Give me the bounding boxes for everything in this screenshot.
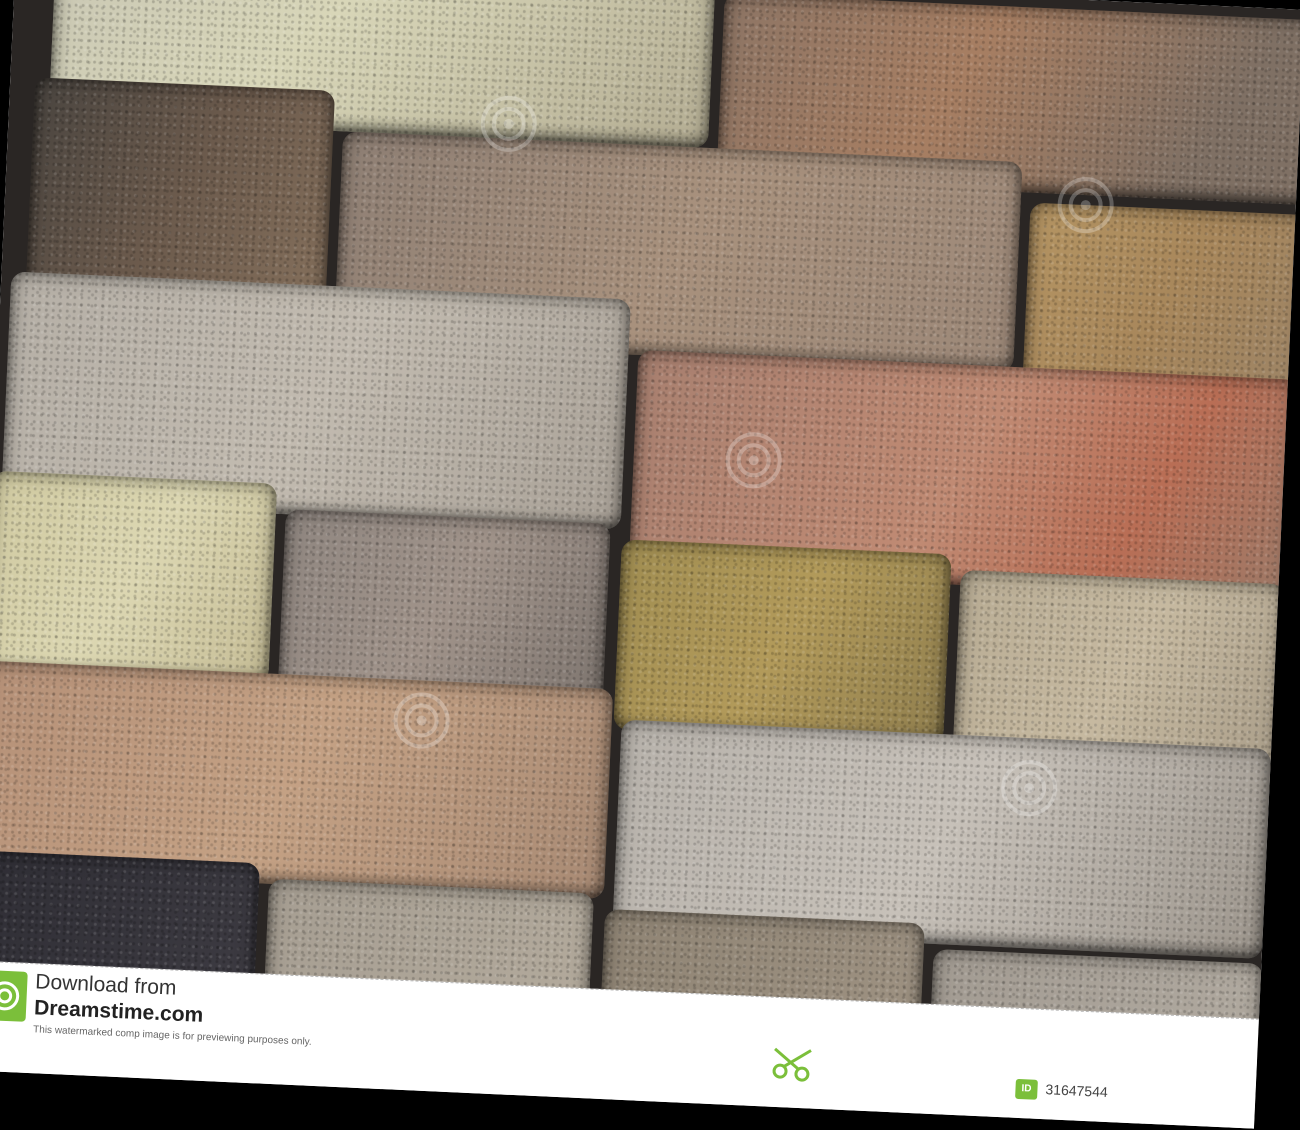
photo-card: Download from Dreamstime.com This waterm…	[0, 0, 1300, 1129]
brick-wall-photo	[0, 0, 1300, 1059]
image-id-number: 31647544	[1045, 1081, 1109, 1101]
watermark-spiral-icon	[725, 432, 782, 489]
watermark-spiral-icon	[1057, 177, 1114, 234]
watermark-spiral-icon	[393, 692, 450, 749]
brick	[25, 77, 336, 301]
watermark-note: This watermarked comp image is for previ…	[32, 1024, 312, 1048]
watermark-spiral-icon	[480, 95, 537, 152]
download-from-label: Download from	[34, 970, 177, 1000]
image-stage: Download from Dreamstime.com This waterm…	[0, 0, 1300, 1130]
id-badge: ID	[1015, 1078, 1038, 1100]
site-name-label: Dreamstime.com	[33, 996, 204, 1027]
brick	[0, 470, 278, 684]
watermark-spiral-icon	[1001, 760, 1058, 817]
brick	[613, 539, 952, 745]
dreamstime-logo-icon	[0, 969, 28, 1022]
scissors-icon	[772, 1047, 812, 1082]
